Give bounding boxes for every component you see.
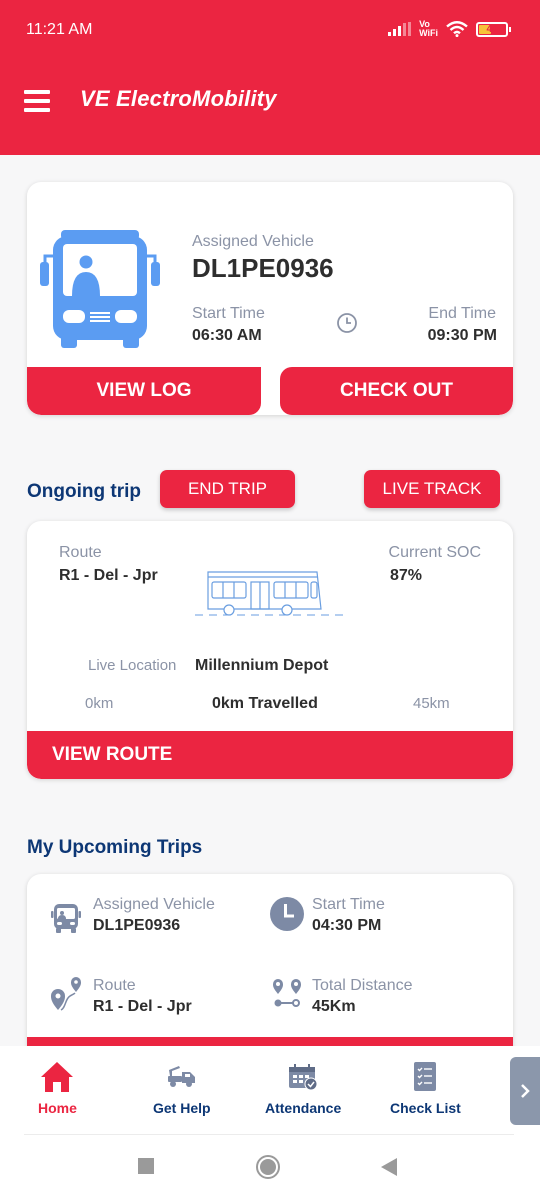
vehicle-number: DL1PE0936 xyxy=(93,917,181,934)
tow-truck-icon xyxy=(167,1066,195,1087)
bottom-navigation: Home Get Help Attendance Check List xyxy=(0,1046,540,1136)
start-time-label: Start Time xyxy=(312,896,385,913)
system-navigation-bar xyxy=(0,1136,540,1200)
nav-attendance-label: Attendance xyxy=(265,1100,342,1116)
upcoming-start-time: Start Time 04:30 PM xyxy=(312,896,385,935)
start-distance: 0km xyxy=(85,695,114,712)
vowifi-icon: Vo WiFi xyxy=(419,19,438,38)
home-button[interactable] xyxy=(256,1155,280,1179)
bus-icon xyxy=(40,230,160,348)
recents-button[interactable] xyxy=(138,1158,154,1174)
check-out-button[interactable]: CHECK OUT xyxy=(280,367,513,415)
route-icon xyxy=(51,977,81,1011)
app-header: 11:21 AM Vo WiFi 40 VE ElectroMobility xyxy=(0,0,540,155)
nav-home-label: Home xyxy=(38,1100,77,1116)
ongoing-trip-card: Route R1 - Del - Jpr Current SOC 87% Liv… xyxy=(27,521,513,779)
signal-icon xyxy=(388,22,412,36)
view-log-button[interactable]: VIEW LOG xyxy=(27,367,261,415)
nav-get-help-label: Get Help xyxy=(153,1100,211,1116)
view-route-button[interactable]: VIEW ROUTE xyxy=(27,731,513,779)
ongoing-trip-heading: Ongoing trip xyxy=(27,481,141,502)
live-track-button[interactable]: LIVE TRACK xyxy=(364,470,500,508)
live-location-value: Millennium Depot xyxy=(195,657,329,674)
current-soc-value: 87% xyxy=(390,567,423,584)
nav-get-help[interactable]: Get Help xyxy=(153,1060,211,1116)
bus-progress-icon xyxy=(195,571,347,616)
vehicle-number: DL1PE0936 xyxy=(192,253,334,283)
checklist-icon xyxy=(414,1062,437,1091)
status-icons: Vo WiFi 40 xyxy=(388,19,511,38)
upcoming-vehicle: Assigned Vehicle DL1PE0936 xyxy=(93,896,215,935)
back-button[interactable] xyxy=(381,1158,397,1176)
distance-icon xyxy=(273,979,301,1007)
live-location-label: Live Location xyxy=(88,657,177,674)
nav-home[interactable]: Home xyxy=(38,1060,77,1116)
status-time: 11:21 AM xyxy=(26,21,93,38)
start-time-label: Start Time xyxy=(192,305,265,322)
bus-front-icon xyxy=(51,904,81,933)
end-time-value: 09:30 PM xyxy=(427,327,497,344)
current-soc-label: Current SOC xyxy=(388,544,481,561)
route-value: R1 - Del - Jpr xyxy=(93,998,192,1015)
clock-icon xyxy=(270,897,304,931)
start-time-value: 06:30 AM xyxy=(192,327,262,344)
start-time-value: 04:30 PM xyxy=(312,917,382,934)
total-distance-value: 45Km xyxy=(312,998,356,1015)
distance-travelled: 0km Travelled xyxy=(212,695,318,712)
end-distance: 45km xyxy=(413,695,450,712)
route-label: Route xyxy=(93,977,136,994)
assigned-vehicle-label: Assigned Vehicle xyxy=(192,233,314,250)
nav-check-list-label: Check List xyxy=(390,1100,461,1116)
nav-divider xyxy=(24,1134,514,1135)
upcoming-route: Route R1 - Del - Jpr xyxy=(93,977,192,1016)
upcoming-distance: Total Distance 45Km xyxy=(312,977,413,1016)
end-trip-button[interactable]: END TRIP xyxy=(160,470,295,508)
end-time-label: End Time xyxy=(428,305,496,322)
nav-next-button[interactable] xyxy=(510,1057,540,1125)
hamburger-menu-icon[interactable] xyxy=(24,90,50,112)
clock-icon xyxy=(337,313,357,333)
assignment-card: Assigned Vehicle DL1PE0936 Start Time 06… xyxy=(27,182,513,415)
home-icon xyxy=(41,1062,74,1092)
assigned-vehicle-label: Assigned Vehicle xyxy=(93,896,215,913)
route-label: Route xyxy=(59,544,102,561)
nav-check-list[interactable]: Check List xyxy=(390,1060,461,1116)
app-title: VE ElectroMobility xyxy=(80,86,277,111)
upcoming-trip-card[interactable]: Assigned Vehicle DL1PE0936 Start Time 04… xyxy=(27,874,513,1054)
nav-attendance[interactable]: Attendance xyxy=(265,1060,341,1116)
total-distance-label: Total Distance xyxy=(312,977,413,994)
battery-icon: 40 xyxy=(476,21,511,37)
upcoming-trips-heading: My Upcoming Trips xyxy=(27,837,203,858)
calendar-check-icon xyxy=(289,1064,318,1091)
route-value: R1 - Del - Jpr xyxy=(59,567,158,584)
chevron-right-icon xyxy=(521,1084,530,1098)
wifi-icon xyxy=(446,21,468,37)
